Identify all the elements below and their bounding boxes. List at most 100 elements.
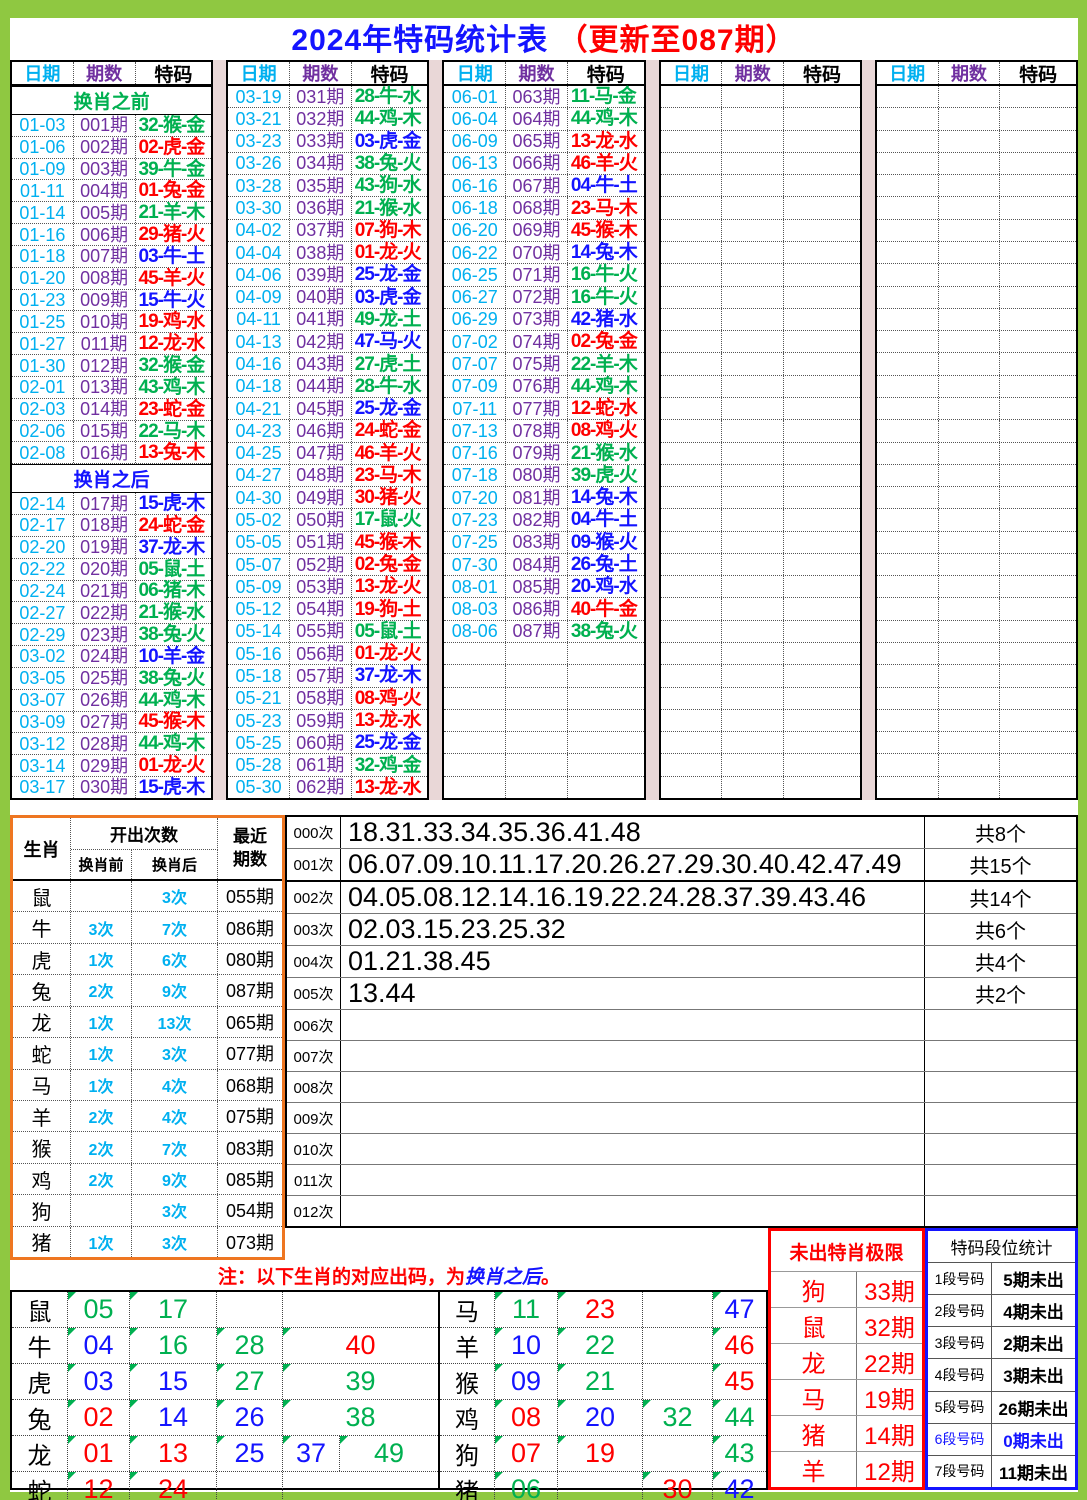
draw-period: 011期 (74, 333, 136, 354)
draw-row (877, 197, 1076, 219)
draw-row (661, 153, 860, 175)
zodiac-label: 马 (440, 1292, 495, 1327)
draw-row: 06-16067期04-牛-土 (444, 175, 643, 197)
draw-date (877, 732, 939, 753)
draw-row (877, 710, 1076, 732)
frequency-numbers: 04.05.08.12.14.16.19.22.24.28.37.39.43.4… (341, 882, 924, 913)
draw-period (722, 532, 784, 553)
draw-date: 03-09 (12, 712, 74, 733)
draw-date (661, 131, 723, 152)
draw-code (784, 487, 860, 508)
draw-row: 02-20019期37-龙-木 (12, 537, 211, 559)
frequency-label: 008次 (287, 1072, 341, 1102)
count-before: 1次 (71, 1070, 132, 1100)
draw-code: 38-兔-火 (352, 153, 428, 174)
draw-row (661, 532, 860, 554)
draw-date: 05-30 (228, 777, 290, 798)
draw-code: 19-狗-土 (352, 598, 428, 619)
count-after: 3次 (132, 881, 218, 911)
segment-stats-box: 特码段位统计 1段号码5期未出2段号码4期未出3段号码2期未出4段号码3期未出5… (925, 1228, 1078, 1490)
column-gap-strip (646, 60, 659, 800)
zodiac-stats-row: 猪1次3次073期 (13, 1227, 282, 1257)
recent-period: 080期 (218, 944, 282, 974)
draw-code (784, 353, 860, 374)
draw-period (722, 309, 784, 330)
draw-code (1000, 443, 1076, 464)
draw-code: 19-鸡-水 (136, 311, 212, 332)
zodiac-numbers-row: 狗071943 (440, 1436, 766, 1472)
draw-date: 03-28 (228, 175, 290, 196)
draw-row: 06-18068期23-马-木 (444, 197, 643, 219)
frequency-count (924, 1165, 1076, 1195)
draw-period: 055期 (290, 621, 352, 642)
zodiac-name: 虎 (13, 944, 71, 974)
draw-period: 009期 (74, 290, 136, 311)
unseen-zodiac-name: 狗 (771, 1272, 857, 1307)
draw-row: 04-21045期25-龙-金 (228, 398, 427, 420)
zodiac-stats-row: 鼠3次055期 (13, 881, 282, 912)
draw-row: 03-02024期10-羊-金 (12, 646, 211, 668)
draw-period (939, 443, 1001, 464)
draw-period: 075期 (506, 353, 568, 374)
frequency-numbers: 18.31.33.34.35.36.41.48 (341, 817, 924, 848)
draw-row: 04-27048期23-马-木 (228, 465, 427, 487)
draw-row (661, 754, 860, 776)
draw-row (661, 131, 860, 153)
zodiac-name: 鼠 (13, 881, 71, 911)
draw-row: 05-12054期19-狗-土 (228, 598, 427, 620)
zodiac-label: 虎 (12, 1364, 68, 1399)
count-after: 3次 (132, 1195, 218, 1225)
draw-period: 046期 (290, 420, 352, 441)
zodiac-number-cell: 26 (217, 1400, 283, 1435)
segment-value: 11期未出 (992, 1456, 1075, 1487)
draw-date (877, 665, 939, 686)
draw-row: 01-23009期15-牛-火 (12, 290, 211, 312)
draw-date: 07-18 (444, 465, 506, 486)
column-gap-strip (862, 60, 875, 800)
draw-date (877, 309, 939, 330)
draw-period (722, 621, 784, 642)
draw-period: 066期 (506, 153, 568, 174)
draw-code (784, 376, 860, 397)
segment-label: 4段号码 (928, 1359, 992, 1390)
frequency-count: 共8个 (924, 817, 1076, 848)
draw-period (722, 688, 784, 709)
draw-code: 20-鸡-水 (568, 576, 644, 597)
draw-date: 01-23 (12, 290, 74, 311)
draw-date (877, 465, 939, 486)
draw-code (784, 443, 860, 464)
unseen-zodiac-row: 狗33期 (771, 1272, 922, 1308)
draw-row (877, 487, 1076, 509)
draw-row: 04-02037期07-狗-木 (228, 220, 427, 242)
draw-date (877, 598, 939, 619)
zodiac-number-cell: 23 (558, 1292, 643, 1327)
draw-row: 06-09065期13-龙-水 (444, 131, 643, 153)
draw-date (661, 576, 723, 597)
draw-period (722, 443, 784, 464)
count-after: 4次 (132, 1070, 218, 1100)
draw-date: 02-20 (12, 537, 74, 558)
draw-period: 086期 (506, 598, 568, 619)
zodiac-stats-header-count: 开出次数 (71, 818, 218, 850)
frequency-numbers: 13.44 (341, 978, 924, 1009)
draw-date (661, 398, 723, 419)
draw-row: 03-21032期44-鸡-木 (228, 108, 427, 130)
draws-column-header: 日期期数特码 (661, 62, 860, 86)
draw-period (722, 242, 784, 263)
draw-row: 04-30049期30-猪-火 (228, 487, 427, 509)
draw-code: 11-马-金 (568, 86, 644, 107)
draws-header-date: 日期 (444, 62, 506, 84)
draw-code: 02-兔-金 (352, 554, 428, 575)
draw-date: 07-11 (444, 398, 506, 419)
draw-date (661, 598, 723, 619)
draw-code (1000, 242, 1076, 263)
draw-period: 020期 (74, 559, 136, 580)
draw-period (722, 710, 784, 731)
zodiac-name: 羊 (13, 1101, 71, 1131)
segment-stats-row: 1段号码5期未出 (928, 1263, 1075, 1295)
draw-date (877, 643, 939, 664)
draw-code: 01-龙-火 (352, 643, 428, 664)
draw-code: 12-蛇-水 (568, 398, 644, 419)
zodiac-number-cell: 12 (68, 1472, 130, 1500)
draw-period (722, 331, 784, 352)
